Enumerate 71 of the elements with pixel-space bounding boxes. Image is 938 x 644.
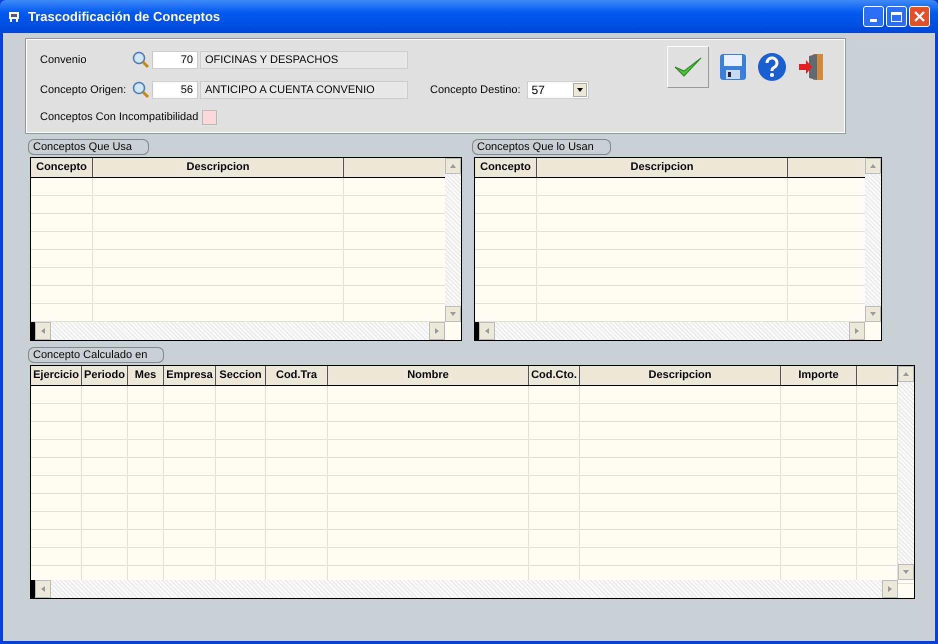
column-header[interactable]: Concepto xyxy=(475,158,537,177)
scroll-down-button[interactable] xyxy=(445,306,461,322)
scroll-left-button[interactable] xyxy=(35,322,51,340)
horizontal-scrollbar[interactable] xyxy=(31,322,445,340)
column-header[interactable]: Cod.Tra xyxy=(266,366,328,385)
horizontal-scrollbar[interactable] xyxy=(475,322,865,340)
down-arrow-icon xyxy=(902,568,910,576)
column-header[interactable]: Periodo xyxy=(82,366,128,385)
group-label: Conceptos Que lo Usan xyxy=(472,139,611,155)
search-icon[interactable] xyxy=(132,51,150,69)
scroll-right-button[interactable] xyxy=(882,580,898,598)
field-label: Conceptos Con Incompatibilidad xyxy=(40,110,198,125)
vertical-scrollbar[interactable] xyxy=(865,158,881,322)
scroll-right-button[interactable] xyxy=(429,322,445,340)
scroll-up-button[interactable] xyxy=(898,366,914,382)
down-arrow-icon xyxy=(869,310,877,318)
incompatibility-checkbox[interactable] xyxy=(202,110,218,125)
column-header[interactable]: Cod.Cto. xyxy=(529,366,580,385)
checkmark-icon xyxy=(673,55,703,79)
app-icon xyxy=(8,10,20,22)
maximize-button[interactable] xyxy=(886,6,907,27)
down-arrow-icon xyxy=(449,310,457,318)
column-header[interactable]: Seccion xyxy=(216,366,266,385)
close-icon xyxy=(914,11,925,22)
vertical-scrollbar[interactable] xyxy=(898,366,914,580)
vertical-scrollbar[interactable] xyxy=(445,158,461,322)
help-icon[interactable] xyxy=(757,52,787,82)
column-header[interactable]: Mes xyxy=(128,366,164,385)
group-label: Concepto Calculado en xyxy=(28,347,164,363)
description-field[interactable]: ANTICIPO A CUENTA CONVENIO xyxy=(200,81,408,99)
left-arrow-icon xyxy=(483,327,491,335)
up-arrow-icon xyxy=(902,370,910,378)
accept-button[interactable] xyxy=(667,46,709,88)
scroll-up-button[interactable] xyxy=(865,158,881,174)
column-header[interactable]: Descripcion xyxy=(93,158,344,177)
scroll-down-button[interactable] xyxy=(898,564,914,580)
search-icon[interactable] xyxy=(132,81,150,99)
right-arrow-icon xyxy=(433,327,441,335)
horizontal-scrollbar[interactable] xyxy=(31,580,898,598)
left-arrow-icon xyxy=(39,327,47,335)
group-label: Conceptos Que Usa xyxy=(28,139,150,155)
destination-dropdown[interactable]: 57 xyxy=(526,81,588,99)
left-arrow-icon xyxy=(39,585,47,593)
window-title: Trascodificación de Conceptos xyxy=(28,8,220,26)
code-field[interactable]: 70 xyxy=(152,51,198,69)
right-arrow-icon xyxy=(853,327,861,335)
column-header[interactable]: Concepto xyxy=(31,158,93,177)
up-arrow-icon xyxy=(449,162,457,170)
up-arrow-icon xyxy=(869,162,877,170)
save-icon[interactable] xyxy=(719,53,747,81)
field-label: Concepto Origen: xyxy=(40,82,128,98)
column-header[interactable]: Ejercicio xyxy=(31,366,82,385)
right-arrow-icon xyxy=(886,585,894,593)
column-header[interactable]: Descripcion xyxy=(537,158,788,177)
scroll-up-button[interactable] xyxy=(445,158,461,174)
description-field[interactable]: OFICINAS Y DESPACHOS xyxy=(200,51,408,69)
column-header[interactable]: Importe xyxy=(781,366,857,385)
column-header[interactable]: Nombre xyxy=(328,366,529,385)
field-label: Convenio xyxy=(40,52,88,68)
scroll-left-button[interactable] xyxy=(479,322,495,340)
scroll-down-button[interactable] xyxy=(865,306,881,322)
column-header[interactable]: Empresa xyxy=(164,366,216,385)
column-header[interactable]: Descripcion xyxy=(580,366,781,385)
scroll-left-button[interactable] xyxy=(35,580,51,598)
dropdown-button[interactable] xyxy=(572,83,586,97)
caret-icon xyxy=(576,88,582,92)
scroll-right-button[interactable] xyxy=(849,322,865,340)
close-button[interactable] xyxy=(909,6,930,27)
minimize-button[interactable] xyxy=(863,6,884,27)
code-field[interactable]: 56 xyxy=(152,81,198,99)
field-label: Concepto Destino: xyxy=(430,82,520,98)
